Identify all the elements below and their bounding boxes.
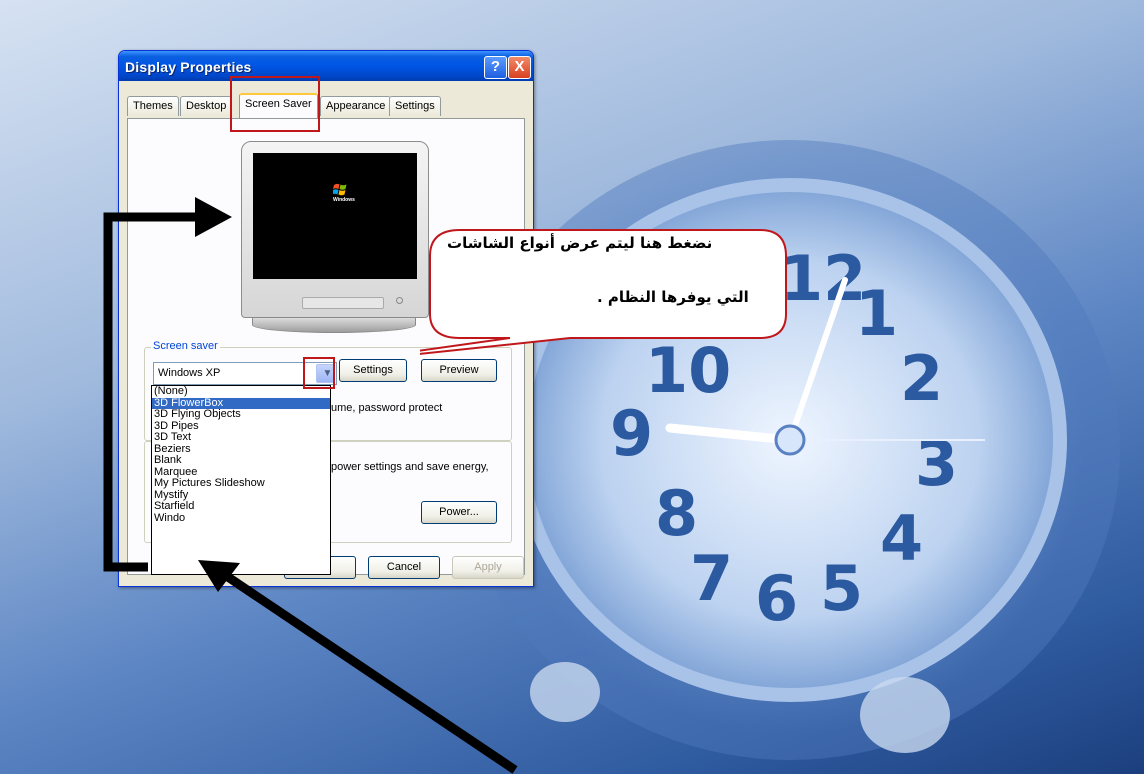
diagonal-arrow-line xyxy=(222,571,518,774)
annotation-arrows xyxy=(103,197,518,774)
bracket-arrow-head xyxy=(195,197,232,237)
bracket-arrow-line xyxy=(103,212,200,572)
